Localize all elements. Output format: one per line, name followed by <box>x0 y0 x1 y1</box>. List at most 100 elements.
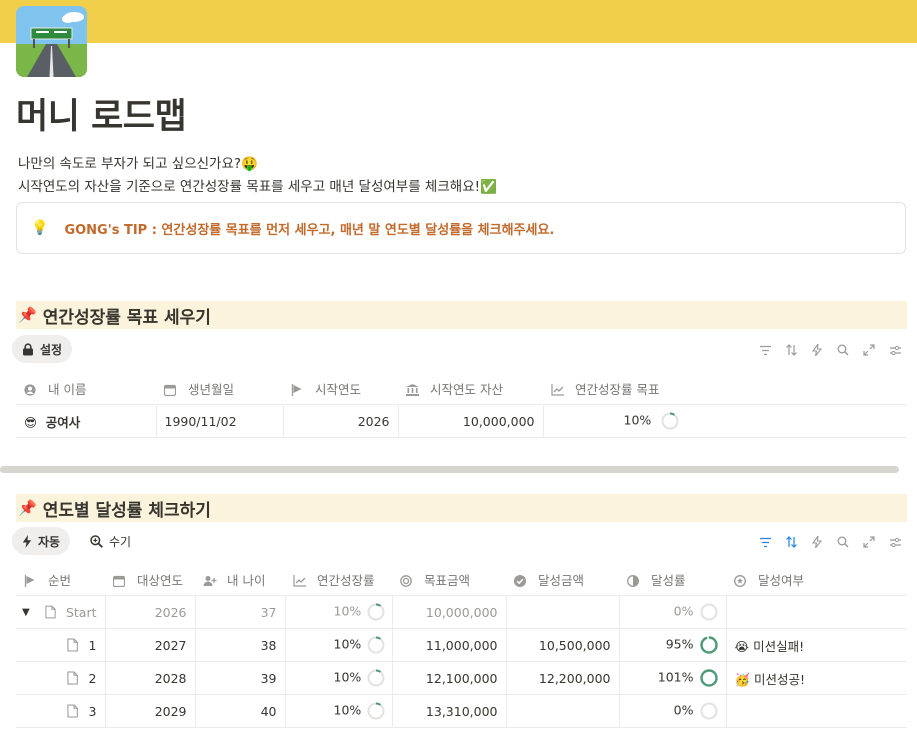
goal-table: 내 이름 생년월일 시작연도 시작연도 자산 연간성장률 목표 😎 공여사 19… <box>16 372 907 438</box>
progress-ring <box>699 669 718 687</box>
column-header-year[interactable]: 대상연도 <box>105 563 195 596</box>
row-title[interactable]: 2 <box>89 671 97 686</box>
section-heading-yearly[interactable]: 📌 연도별 달성률 체크하기 <box>16 494 907 522</box>
database-toolbar <box>757 342 903 358</box>
column-header-achieved[interactable]: 달성금액 <box>506 563 619 596</box>
age-cell[interactable]: 37 <box>195 595 286 629</box>
sort-icon[interactable] <box>783 534 799 550</box>
sort-icon[interactable] <box>783 342 799 358</box>
age-cell[interactable]: 40 <box>195 694 286 728</box>
calendar-icon <box>164 384 178 396</box>
search-icon[interactable] <box>835 342 851 358</box>
start-asset-cell[interactable]: 10,000,000 <box>398 404 544 438</box>
row-title[interactable]: 3 <box>89 704 97 719</box>
status-cell[interactable] <box>726 595 907 629</box>
rate-cell[interactable]: 95% <box>619 628 727 662</box>
growth-cell[interactable]: 10% <box>285 628 393 662</box>
name-cell[interactable]: 공여사 <box>46 415 81 430</box>
growth-cell[interactable]: 10% <box>285 694 393 728</box>
year-cell[interactable]: 2028 <box>105 661 196 695</box>
birth-cell[interactable]: 1990/11/02 <box>156 404 284 438</box>
lock-icon <box>23 342 33 355</box>
growth-value: 10% <box>333 603 362 619</box>
column-header-growth[interactable]: 연간성장률 <box>285 563 392 596</box>
table-row[interactable]: 😎 공여사 1990/11/02 2026 10,000,000 10% <box>16 404 907 438</box>
toggle-caret-icon[interactable]: ▼ <box>22 607 35 618</box>
status-cell[interactable]: 😭 미션실패! <box>726 628 907 662</box>
achieved-cell[interactable] <box>506 595 620 629</box>
page-title[interactable]: 머니 로드맵 <box>16 88 187 139</box>
settings-sliders-icon[interactable] <box>887 534 903 550</box>
target-cell[interactable]: 10,000,000 <box>392 595 507 629</box>
column-header-birth[interactable]: 생년월일 <box>156 372 283 405</box>
expand-icon[interactable] <box>861 534 877 550</box>
bolt-icon <box>22 534 32 548</box>
target-cell[interactable]: 13,310,000 <box>392 694 507 728</box>
order-cell[interactable]: 3 <box>16 694 106 728</box>
age-cell[interactable]: 39 <box>195 661 286 695</box>
description-line[interactable]: 나만의 속도로 부자가 되고 싶으신가요?🤑 <box>18 152 258 172</box>
column-header-growth-target[interactable]: 연간성장률 목표 <box>543 372 907 405</box>
achieved-cell[interactable]: 10,500,000 <box>506 628 620 662</box>
table-row[interactable]: 3 2029 40 10% 13,310,000 0% <box>16 694 907 728</box>
column-header-start-asset[interactable]: 시작연도 자산 <box>398 372 543 405</box>
person-add-icon <box>203 575 217 587</box>
year-cell[interactable]: 2026 <box>105 595 196 629</box>
highway-page-icon[interactable] <box>16 6 87 77</box>
target-cell[interactable]: 12,100,000 <box>392 661 507 695</box>
age-cell[interactable]: 38 <box>195 628 286 662</box>
tip-callout[interactable]: 💡 GONG's TIP : 연간성장률 목표를 먼저 세우고, 매년 말 연도… <box>16 202 906 254</box>
search-icon[interactable] <box>835 534 851 550</box>
section-title: 연간성장률 목표 세우기 <box>42 307 211 328</box>
view-tab-settings[interactable]: 설정 <box>12 335 73 363</box>
automation-bolt-icon[interactable] <box>809 342 825 358</box>
callout-text[interactable]: GONG's TIP : 연간성장률 목표를 먼저 세우고, 매년 말 연도별 … <box>64 219 554 238</box>
view-tab-auto[interactable]: 자동 <box>12 527 71 555</box>
growth-cell[interactable]: 10% <box>285 595 393 629</box>
pushpin-icon: 📌 <box>18 306 37 324</box>
start-year-cell[interactable]: 2026 <box>283 404 399 438</box>
check-circle-icon <box>514 575 528 587</box>
achieved-cell[interactable]: 12,200,000 <box>506 661 620 695</box>
achieved-cell[interactable] <box>506 694 620 728</box>
table-row[interactable]: 2 2028 39 10% 12,100,000 12,200,000 101% 🥳 미션성공… <box>16 661 907 695</box>
status-cell[interactable]: 🥳 미션성공! <box>726 661 907 695</box>
progress-ring <box>700 702 717 720</box>
filter-icon[interactable] <box>757 534 773 550</box>
column-header-status[interactable]: 달성여부 <box>726 563 907 596</box>
row-title[interactable]: Start <box>66 605 97 620</box>
settings-sliders-icon[interactable] <box>887 342 903 358</box>
growth-value: 10% <box>333 636 362 652</box>
column-header-start-year[interactable]: 시작연도 <box>283 372 398 405</box>
order-cell[interactable]: ▼ Start <box>16 595 106 629</box>
expand-icon[interactable] <box>861 342 877 358</box>
column-header-age[interactable]: 내 나이 <box>195 563 285 596</box>
growth-target-cell[interactable]: 10% <box>543 404 907 438</box>
growth-cell[interactable]: 10% <box>285 661 393 695</box>
filter-icon[interactable] <box>757 342 773 358</box>
target-cell[interactable]: 11,000,000 <box>392 628 507 662</box>
column-header-name[interactable]: 내 이름 <box>16 372 156 405</box>
table-row[interactable]: 1 2027 38 10% 11,000,000 10,500,000 95% 😭 미션실패! <box>16 628 907 662</box>
rate-cell[interactable]: 101% <box>619 661 727 695</box>
column-header-target[interactable]: 목표금액 <box>392 563 506 596</box>
order-cell[interactable]: 1 <box>16 628 106 662</box>
rate-cell[interactable]: 0% <box>619 595 727 629</box>
progress-ring-track <box>700 603 717 621</box>
description-line[interactable]: 시작연도의 자산을 기준으로 연간성장률 목표를 세우고 매년 달성여부를 체크… <box>18 175 497 195</box>
table-row[interactable]: ▼ Start 2026 37 10% 10,000,000 0% <box>16 595 907 629</box>
row-title[interactable]: 1 <box>89 638 97 653</box>
year-cell[interactable]: 2027 <box>105 628 196 662</box>
automation-bolt-icon[interactable] <box>809 534 825 550</box>
year-cell[interactable]: 2029 <box>105 694 196 728</box>
progress-ring <box>367 669 385 687</box>
order-cell[interactable]: 2 <box>16 661 106 695</box>
status-cell[interactable] <box>726 694 907 728</box>
progress-ring-track <box>661 412 679 430</box>
column-header-order[interactable]: 순번 <box>16 563 105 596</box>
rate-cell[interactable]: 0% <box>619 694 727 728</box>
page-cover[interactable] <box>0 0 917 43</box>
view-tab-manual[interactable]: 수기 <box>80 527 141 555</box>
section-heading-goal[interactable]: 📌 연간성장률 목표 세우기 <box>16 301 907 329</box>
column-header-rate[interactable]: 달성률 <box>619 563 726 596</box>
